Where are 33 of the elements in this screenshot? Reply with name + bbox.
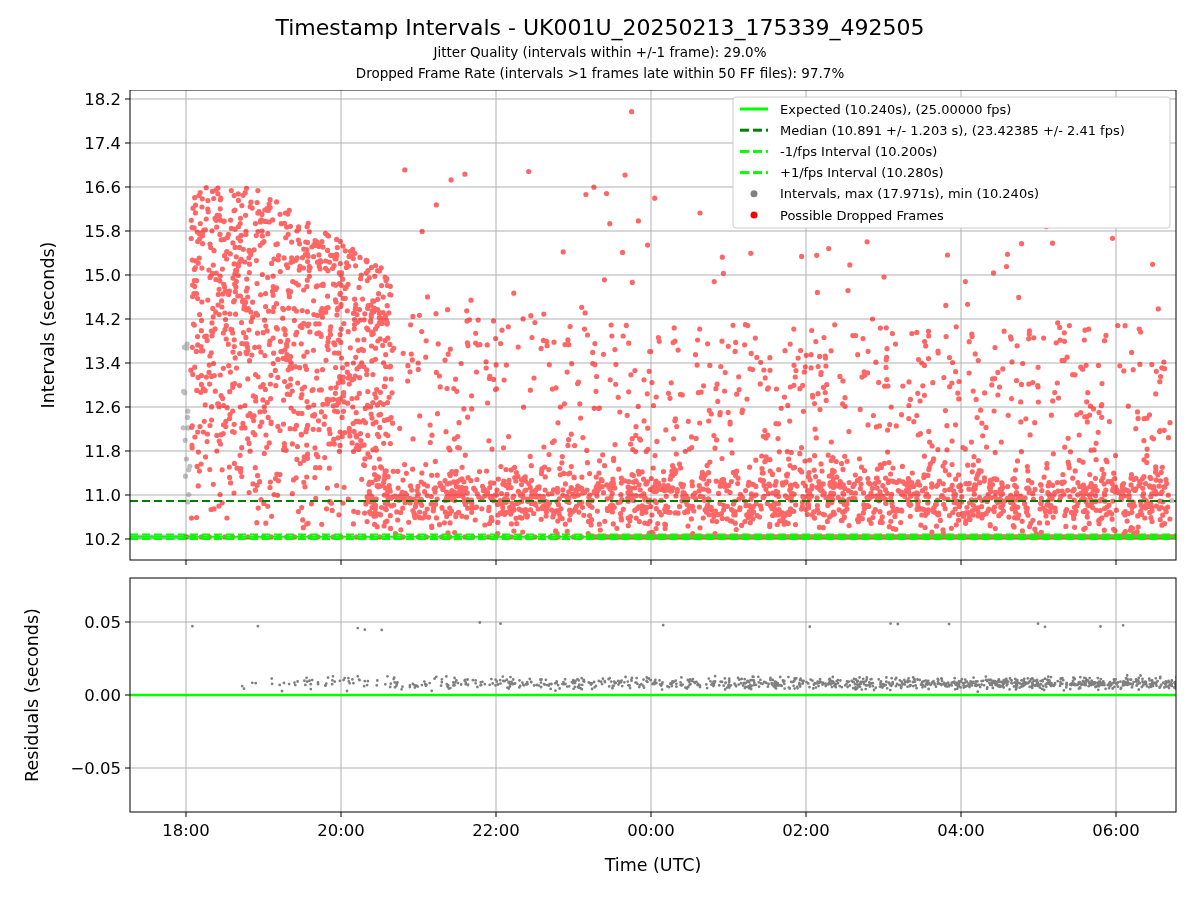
x-tick-label: 04:00: [937, 821, 985, 840]
y-tick-label: 14.2: [84, 310, 121, 329]
x-tick-label: 02:00: [782, 821, 830, 840]
y-tick-label: 18.2: [84, 90, 121, 109]
y-axis-label: Residuals (seconds): [22, 608, 42, 782]
y-tick-label: 17.4: [84, 134, 121, 153]
legend-label: +1/fps Interval (10.280s): [780, 165, 944, 181]
x-tick-label: 20:00: [317, 821, 365, 840]
legend-label: Expected (10.240s), (25.00000 fps): [780, 101, 1012, 117]
y-tick-label: 10.2: [84, 530, 121, 549]
y-tick-label: 15.8: [84, 222, 121, 241]
y-tick-label: 15.0: [84, 266, 121, 285]
x-axis-label: Time (UTC): [604, 855, 702, 875]
y-axis-label: Intervals (seconds): [38, 241, 58, 409]
x-tick-label: 22:00: [472, 821, 520, 840]
legend-label: Possible Dropped Frames: [780, 207, 944, 223]
legend-label: -1/fps Interval (10.200s): [780, 143, 938, 159]
y-tick-label: 0.00: [84, 686, 121, 705]
x-tick-label: 18:00: [162, 821, 210, 840]
y-tick-label: 16.6: [84, 178, 121, 197]
chart-subtitle: Dropped Frame Rate (intervals >1 frames late within 50 FF files): 97.7%: [355, 64, 845, 83]
legend-label: Intervals, max (17.971s), min (10.240s): [780, 186, 1039, 202]
chart-title: Timestamp Intervals - UK001U_20250213_175339_492505: [275, 14, 925, 42]
chart-subtitle: Jitter Quality (intervals within +/-1 frame): 29.0%: [433, 43, 767, 62]
legend-label: Median (10.891 +/- 1.203 s), (23.42385 +/- 2.41 fps): [780, 122, 1125, 138]
y-tick-label: 13.4: [84, 354, 121, 373]
y-tick-label: 12.6: [84, 398, 121, 417]
y-tick-label: 0.05: [84, 613, 121, 632]
x-tick-label: 06:00: [1092, 821, 1140, 840]
x-tick-label: 00:00: [627, 821, 675, 840]
y-tick-label: 11.8: [84, 442, 121, 461]
y-tick-label: −0.05: [70, 759, 121, 778]
y-tick-label: 11.0: [84, 486, 121, 505]
